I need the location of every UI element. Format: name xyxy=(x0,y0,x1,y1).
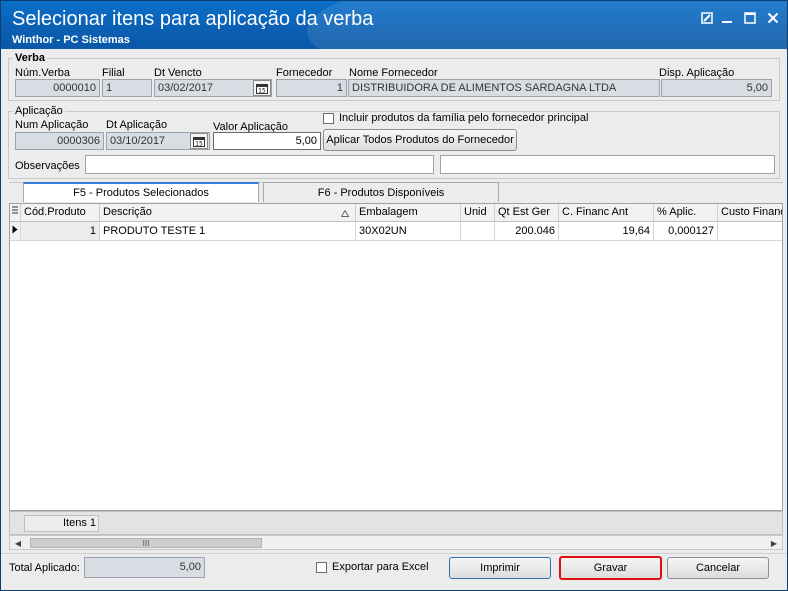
dt-aplicacao-label: Dt Aplicação xyxy=(106,119,168,131)
column-header-perc-aplic[interactable]: % Aplic. xyxy=(654,204,718,222)
products-grid[interactable]: Cód.Produto Descrição Embalagem Unid Qt … xyxy=(9,203,783,511)
disp-aplicacao-field: 5,00 xyxy=(661,79,772,97)
dt-vencto-label: Dt Vencto xyxy=(154,67,202,79)
minimize-icon[interactable] xyxy=(718,10,736,26)
num-aplicacao-label: Num Aplicação xyxy=(15,119,89,131)
dt-vencto-calendar-icon[interactable]: 15 xyxy=(253,80,271,96)
exportar-excel-checkbox[interactable] xyxy=(316,562,327,573)
table-cell-unid[interactable] xyxy=(461,222,495,241)
disp-aplicacao-label: Disp. Aplicação xyxy=(659,67,735,79)
table-cell-cod-produto[interactable]: 1 xyxy=(21,222,100,241)
row-indicator-icon[interactable] xyxy=(10,222,21,241)
column-header-cod-produto[interactable]: Cód.Produto xyxy=(21,204,100,222)
aplicacao-group-label: Aplicação xyxy=(13,105,65,117)
scroll-thumb[interactable]: III xyxy=(30,538,262,548)
window-subtitle: Winthor - PC Sistemas xyxy=(12,34,130,46)
total-aplicado-label: Total Aplicado: xyxy=(9,562,80,574)
num-verba-field: 0000010 xyxy=(15,79,100,97)
edit-window-icon[interactable] xyxy=(698,10,716,26)
bottom-divider xyxy=(1,553,787,554)
column-header-custo-financ[interactable]: Custo Financ xyxy=(718,204,782,222)
observacoes-input-1[interactable] xyxy=(85,155,434,174)
gravar-button[interactable]: Gravar xyxy=(559,556,662,580)
column-header-embalagem[interactable]: Embalagem xyxy=(356,204,461,222)
num-aplicacao-field: 0000306 xyxy=(15,132,104,150)
svg-text:15: 15 xyxy=(258,87,266,94)
table-cell-perc-aplic[interactable]: 0,000127 xyxy=(654,222,718,241)
svg-text:15: 15 xyxy=(195,140,203,147)
column-header-unid[interactable]: Unid xyxy=(461,204,495,222)
table-cell-embalagem[interactable]: 30X02UN xyxy=(356,222,461,241)
column-header-qt-est-ger[interactable]: Qt Est Ger xyxy=(495,204,559,222)
title-bar[interactable]: Selecionar itens para aplicação da verba… xyxy=(1,1,787,49)
sort-asc-icon xyxy=(340,208,350,220)
nome-fornecedor-field: DISTRIBUIDORA DE ALIMENTOS SARDAGNA LTDA xyxy=(348,79,660,97)
maximize-icon[interactable] xyxy=(741,10,759,26)
grid-footer: Itens 1 xyxy=(9,511,783,535)
aplicar-todos-button[interactable]: Aplicar Todos Produtos do Fornecedor xyxy=(323,129,517,151)
total-aplicado-field: 5,00 xyxy=(84,557,205,578)
scroll-right-icon[interactable]: ▶ xyxy=(768,537,780,549)
grid-corner[interactable] xyxy=(10,204,21,222)
column-header-c-financ-ant[interactable]: C. Financ Ant xyxy=(559,204,654,222)
table-cell-custo-financ[interactable] xyxy=(718,222,782,241)
scroll-left-icon[interactable]: ◀ xyxy=(12,537,24,549)
horizontal-scrollbar[interactable]: ◀ III ▶ xyxy=(9,535,783,550)
close-icon[interactable] xyxy=(764,10,782,26)
tab-produtos-selecionados[interactable]: F5 - Produtos Selecionados xyxy=(23,182,259,202)
fornecedor-field: 1 xyxy=(276,79,347,97)
observacoes-input-2[interactable] xyxy=(440,155,775,174)
tab-produtos-disponiveis[interactable]: F6 - Produtos Disponíveis xyxy=(263,182,499,202)
verba-group-label: Verba xyxy=(13,52,47,64)
incluir-familia-label[interactable]: Incluir produtos da família pelo fornece… xyxy=(339,112,588,124)
cancelar-button[interactable]: Cancelar xyxy=(667,557,769,579)
table-cell-c-financ-ant[interactable]: 19,64 xyxy=(559,222,654,241)
nome-fornecedor-label: Nome Fornecedor xyxy=(349,67,438,79)
filial-field: 1 xyxy=(102,79,152,97)
dt-aplicacao-calendar-icon[interactable]: 15 xyxy=(190,133,208,149)
imprimir-button[interactable]: Imprimir xyxy=(449,557,551,579)
items-count: Itens 1 xyxy=(24,515,99,532)
table-cell-descricao[interactable]: PRODUTO TESTE 1 xyxy=(100,222,356,241)
incluir-familia-checkbox[interactable] xyxy=(323,113,334,124)
column-header-descricao[interactable]: Descrição xyxy=(100,204,356,222)
observacoes-label: Observações xyxy=(15,160,80,172)
dialog-window: Selecionar itens para aplicação da verba… xyxy=(0,0,788,591)
exportar-excel-label[interactable]: Exportar para Excel xyxy=(332,561,429,573)
valor-aplicacao-input[interactable]: 5,00 xyxy=(213,132,321,150)
table-cell-qt-est-ger[interactable]: 200.046 xyxy=(495,222,559,241)
window-title: Selecionar itens para aplicação da verba xyxy=(12,8,374,30)
fornecedor-label: Fornecedor xyxy=(276,67,333,79)
num-verba-label: Núm.Verba xyxy=(15,67,71,79)
filial-label: Filial xyxy=(102,67,125,79)
